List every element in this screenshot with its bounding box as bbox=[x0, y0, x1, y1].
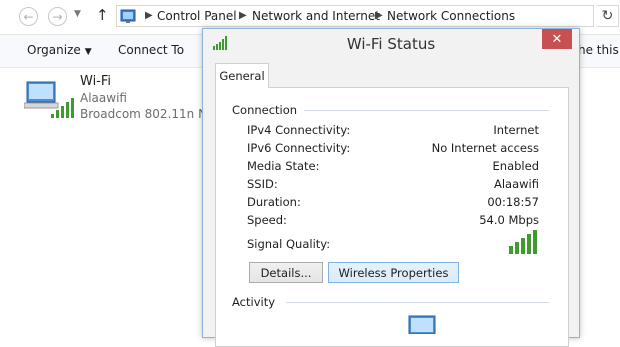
speed-row: Speed: 54.0 Mbps bbox=[247, 213, 539, 229]
tab-general[interactable]: General bbox=[215, 63, 269, 88]
wireless-properties-button[interactable]: Wireless Properties bbox=[328, 262, 459, 283]
row-value: 00:18:57 bbox=[487, 195, 539, 209]
connection-ssid: Alaawifi bbox=[80, 91, 127, 105]
ipv4-connectivity-row: IPv4 Connectivity: Internet bbox=[247, 123, 539, 139]
duration-row: Duration: 00:18:57 bbox=[247, 195, 539, 211]
dialog-title: Wi-Fi Status bbox=[346, 35, 436, 53]
breadcrumb-network-and-internet[interactable]: Network and Internet bbox=[252, 9, 380, 23]
row-label: IPv4 Connectivity: bbox=[247, 123, 351, 137]
breadcrumb-separator-icon: ▶ bbox=[239, 10, 247, 21]
ssid-row: SSID: Alaawifi bbox=[247, 177, 539, 193]
control-panel-icon bbox=[120, 9, 136, 23]
connect-to-button[interactable]: Connect To bbox=[118, 43, 184, 57]
back-arrow-icon[interactable]: ← bbox=[19, 7, 38, 26]
organize-label: Organize bbox=[27, 43, 81, 57]
row-label: SSID: bbox=[247, 177, 278, 191]
list-item-wifi-connection[interactable]: Wi-Fi Alaawifi Broadcom 802.11n Netw bbox=[24, 74, 229, 124]
row-label: Media State: bbox=[247, 159, 320, 173]
connection-group-caption: Connection bbox=[232, 103, 298, 117]
group-divider bbox=[304, 110, 549, 111]
row-value: Alaawifi bbox=[493, 177, 539, 191]
ipv6-connectivity-row: IPv6 Connectivity: No Internet access bbox=[247, 141, 539, 157]
address-box[interactable]: ▶ Control Panel ▶ Network and Internet ▶… bbox=[116, 5, 594, 27]
network-activity-icon bbox=[408, 315, 436, 334]
row-label: Duration: bbox=[247, 195, 301, 209]
connection-name: Wi-Fi bbox=[80, 74, 112, 89]
row-label: Speed: bbox=[247, 213, 287, 227]
forward-arrow-icon[interactable]: → bbox=[48, 7, 67, 26]
general-tab-panel: Connection IPv4 Connectivity: Internet I… bbox=[215, 87, 569, 347]
recent-locations-icon[interactable]: ▼ bbox=[74, 9, 81, 19]
breadcrumb-separator-icon: ▶ bbox=[145, 10, 153, 21]
up-arrow-icon[interactable]: ↑ bbox=[96, 6, 109, 24]
media-state-row: Media State: Enabled bbox=[247, 159, 539, 175]
close-button[interactable]: ✕ bbox=[542, 29, 572, 49]
breadcrumb-network-connections[interactable]: Network Connections bbox=[387, 9, 515, 23]
row-label: IPv6 Connectivity: bbox=[247, 141, 351, 155]
row-value: Internet bbox=[493, 123, 539, 137]
dialog-titlebar[interactable]: Wi-Fi Status ✕ bbox=[203, 29, 579, 57]
wifi-status-dialog: Wi-Fi Status ✕ General Connection IPv4 C… bbox=[202, 28, 580, 347]
row-value: 54.0 Mbps bbox=[479, 213, 539, 227]
activity-group-caption: Activity bbox=[232, 295, 276, 309]
wireless-network-icon bbox=[24, 81, 74, 118]
rename-connection-button[interactable]: he this c bbox=[578, 43, 620, 57]
organize-button[interactable]: Organize ▼ bbox=[27, 43, 92, 57]
signal-quality-icon bbox=[509, 230, 537, 254]
chevron-down-icon: ▼ bbox=[84, 47, 92, 57]
details-button[interactable]: Details... bbox=[249, 262, 323, 283]
group-divider bbox=[286, 302, 549, 303]
refresh-icon[interactable]: ↻ bbox=[597, 5, 619, 27]
breadcrumb-control-panel[interactable]: Control Panel bbox=[157, 9, 237, 23]
signal-quality-label: Signal Quality: bbox=[247, 237, 331, 251]
row-value: Enabled bbox=[492, 159, 539, 173]
breadcrumb-separator-icon: ▶ bbox=[375, 10, 383, 21]
row-value: No Internet access bbox=[431, 141, 539, 155]
